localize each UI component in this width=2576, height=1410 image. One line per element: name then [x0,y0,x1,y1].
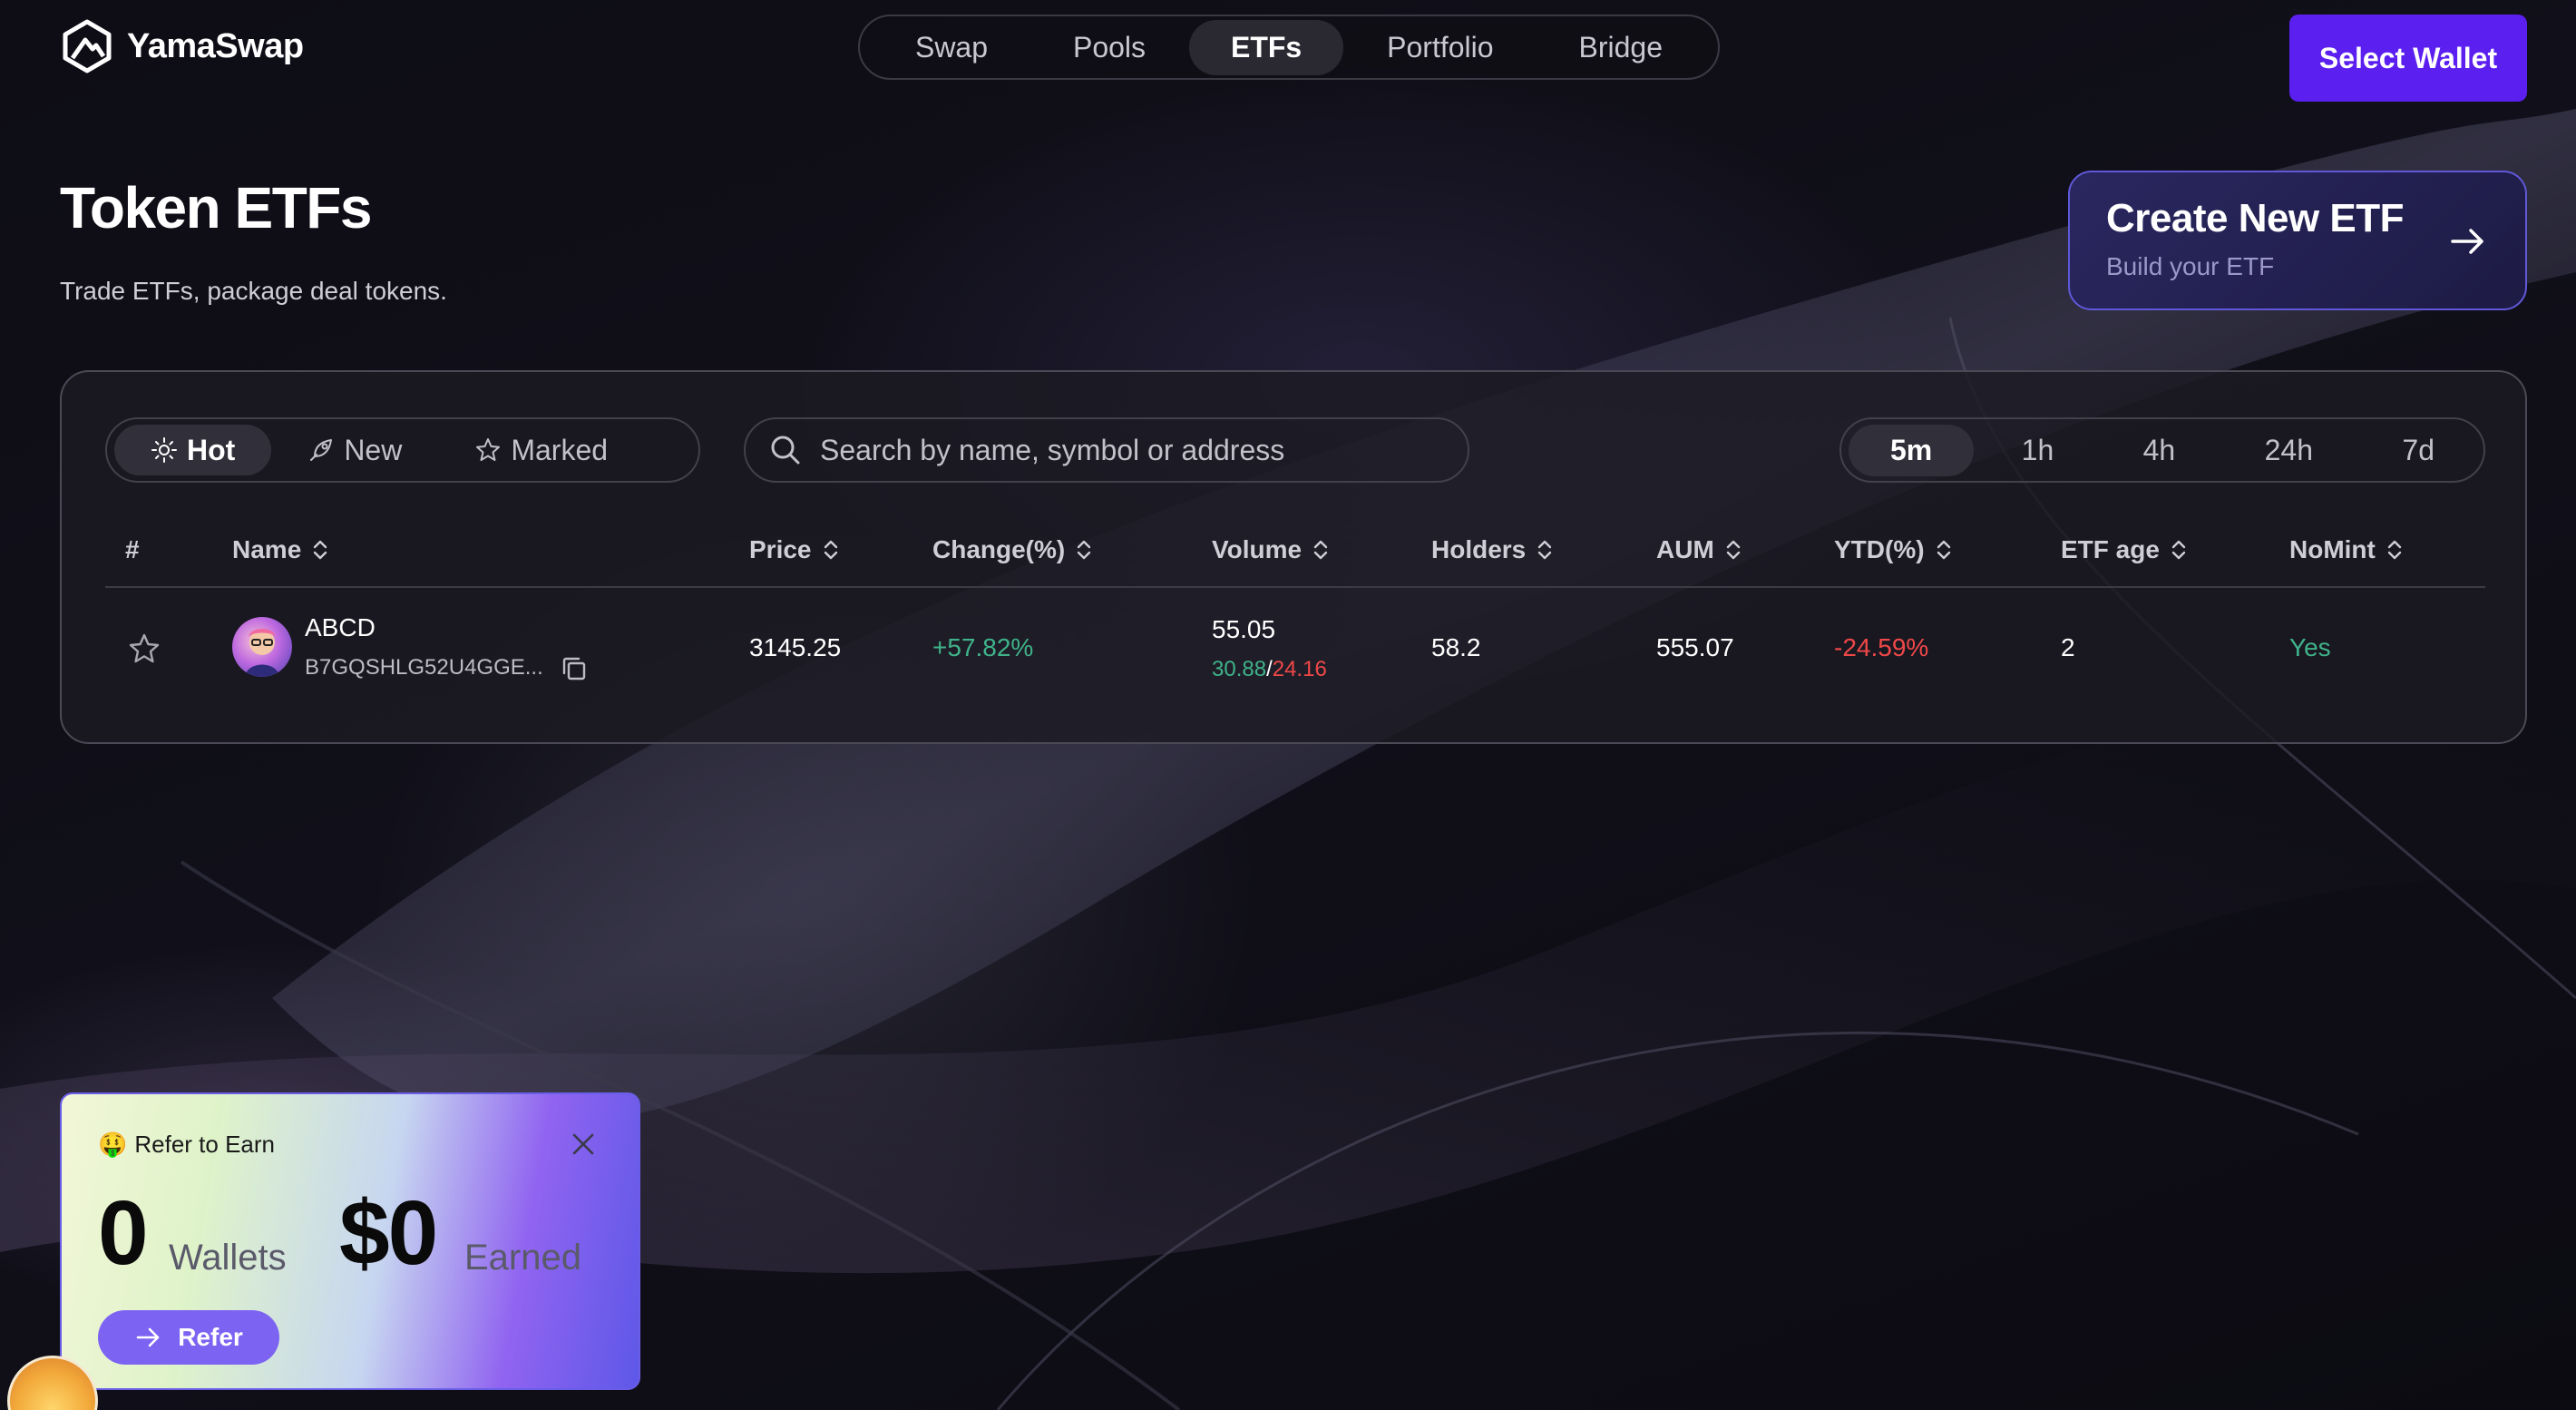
etf-table-panel: Hot New Marked Search by name, symbol or… [60,370,2527,744]
refer-to-earn-card: 🤑 Refer to Earn 0 Wallets $0 Earned Refe… [60,1092,640,1390]
brand-name: YamaSwap [127,26,304,65]
volume-buy: 30.88 [1212,657,1267,681]
referred-wallets-count: 0 [98,1182,149,1284]
page-title: Token ETFs [60,175,372,240]
search-input[interactable] [820,433,1444,467]
search-icon [771,436,800,465]
filter-new-label: New [344,433,403,466]
filter-hot-label: Hot [187,433,236,466]
timeframe-5m[interactable]: 5m [1849,424,1975,476]
money-face-icon: 🤑 [98,1131,128,1158]
token-avatar [232,617,292,677]
col-volume[interactable]: Volume [1212,535,1331,564]
col-ytd-label: YTD(%) [1834,535,1925,563]
sort-icon [2171,540,2186,560]
token-etf-age: 2 [2061,633,2075,661]
col-nomint-label: NoMint [2289,535,2376,563]
rocket-icon [310,439,333,461]
token-aum: 555.07 [1656,633,1734,661]
col-rank: # [125,535,140,564]
col-etf-age-label: ETF age [2061,535,2160,563]
col-holders-label: Holders [1431,535,1527,563]
col-holders[interactable]: Holders [1431,535,1555,564]
table-row[interactable]: ABCD B7GQSHLG52U4GGE... 3145.25 +57.82% … [105,590,2485,708]
sort-icon [2387,540,2402,560]
earned-label: Earned [464,1238,581,1278]
token-address: B7GQSHLG52U4GGE... [305,655,543,680]
refer-button-label: Refer [178,1323,243,1351]
col-name-label: Name [232,535,302,563]
filter-tabs: Hot New Marked [105,417,700,483]
token-avatar-image [245,629,279,677]
col-ytd[interactable]: YTD(%) [1834,535,1954,564]
col-nomint[interactable]: NoMint [2289,535,2405,564]
sort-icon [314,540,327,560]
yamaswap-logo-icon [63,19,112,73]
sort-icon [824,540,837,560]
sort-icon [1538,540,1552,560]
col-name[interactable]: Name [232,535,330,564]
earned-amount: $0 [339,1182,438,1284]
arrow-right-icon [136,1327,160,1347]
arrow-right-icon [2451,229,2483,254]
create-etf-subtitle: Build your ETF [2106,252,2275,280]
search-box[interactable] [744,417,1469,483]
close-icon[interactable] [570,1131,597,1158]
sun-icon [151,437,177,463]
copy-icon[interactable] [559,653,590,684]
app-root: YamaSwap Swap Pools ETFs Portfolio Bridg… [0,0,2576,1410]
token-price: 3145.25 [749,633,842,661]
main-nav: Swap Pools ETFs Portfolio Bridge [858,15,1720,80]
col-volume-label: Volume [1212,535,1303,563]
col-price[interactable]: Price [749,535,841,564]
col-change[interactable]: Change(%) [932,535,1094,564]
col-change-label: Change(%) [932,535,1066,563]
filter-new[interactable]: New [271,425,438,475]
create-etf-title: Create New ETF [2106,196,2404,240]
token-nomint: Yes [2289,633,2331,661]
sort-icon [1078,540,1091,560]
select-wallet-button[interactable]: Select Wallet [2289,15,2527,102]
timeframe-7d[interactable]: 7d [2360,425,2476,476]
token-name: ABCD [305,613,376,641]
token-change: +57.82% [932,633,1034,661]
nav-pools[interactable]: Pools [1031,20,1187,75]
col-aum-label: AUM [1656,535,1714,563]
col-price-label: Price [749,535,812,563]
token-holders: 58.2 [1431,633,1481,661]
timeframe-24h[interactable]: 24h [2223,425,2355,476]
filter-marked-label: Marked [511,433,609,466]
refer-header: 🤑 Refer to Earn [98,1131,275,1159]
nav-bridge[interactable]: Bridge [1537,20,1705,75]
token-volume-breakdown: 30.88/24.16 [1212,657,1327,682]
token-volume: 55.05 [1212,615,1276,643]
refer-button[interactable]: Refer [98,1310,279,1365]
refer-title: Refer to Earn [134,1131,276,1158]
nav-swap[interactable]: Swap [873,20,1029,75]
col-rank-label: # [125,535,140,563]
table-header: # Name Price Change(%) Volume Holders AU… [105,512,2485,588]
timeframe-tabs: 5m 1h 4h 24h 7d [1839,417,2485,483]
referred-wallets-label: Wallets [169,1238,287,1278]
star-icon [476,438,501,461]
col-aum[interactable]: AUM [1656,535,1743,564]
favorite-star-icon[interactable] [127,632,161,666]
create-etf-card[interactable]: Create New ETF Build your ETF [2068,171,2527,310]
token-ytd: -24.59% [1834,633,1929,661]
sort-icon [1937,540,1950,560]
sort-icon [1313,540,1328,560]
volume-sell: 24.16 [1272,657,1327,681]
filter-marked[interactable]: Marked [438,425,644,475]
col-etf-age[interactable]: ETF age [2061,535,2189,564]
volume-separator: / [1266,657,1273,681]
filter-hot[interactable]: Hot [114,425,272,475]
timeframe-4h[interactable]: 4h [2102,425,2218,476]
timeframe-1h[interactable]: 1h [1980,425,2096,476]
brand-logo[interactable]: YamaSwap [60,18,304,74]
sort-icon [1726,540,1740,560]
page-subtitle: Trade ETFs, package deal tokens. [60,277,447,305]
nav-portfolio[interactable]: Portfolio [1345,20,1535,75]
nav-etfs[interactable]: ETFs [1188,19,1344,75]
